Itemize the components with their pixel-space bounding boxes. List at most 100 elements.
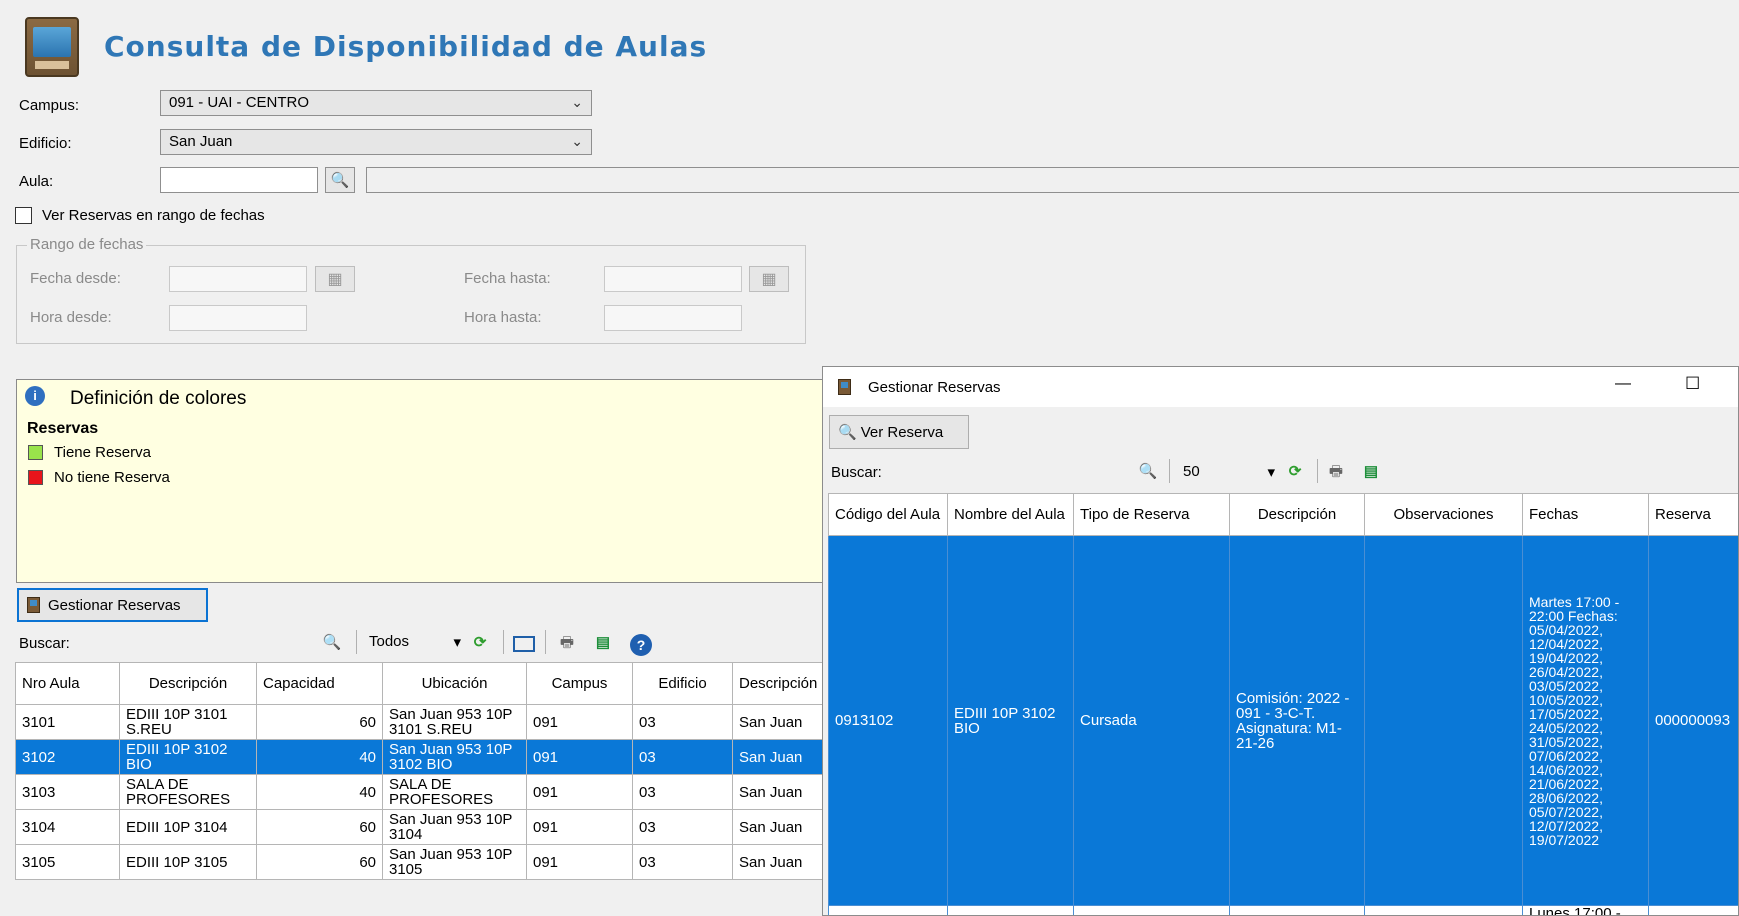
search-icon[interactable]: 🔍 [1138, 462, 1158, 482]
table-row[interactable]: 0913102 EDIII 10P 3102 BIO Cursada Comis… [828, 535, 1738, 906]
no-tiene-reserva-label: No tiene Reserva [54, 469, 170, 486]
cell-descripcion: Comisión: 2022 - 091 - 3-C-T. Asignatura… [1229, 535, 1365, 906]
maximize-button[interactable]: ☐ [1685, 374, 1700, 394]
excel-export-icon[interactable]: ▤ [1361, 462, 1381, 482]
info-icon: i [25, 386, 45, 406]
cell-campus: 091 [526, 844, 633, 880]
cell-nro: 3103 [15, 774, 120, 810]
cell-capacidad: 40 [256, 774, 383, 810]
campus-select[interactable]: 091 - UAI - CENTRO ⌄ [160, 90, 592, 116]
cell-descripcion-edificio: San Juan [732, 809, 828, 845]
reservas-table: Código del Aula Nombre del Aula Tipo de … [828, 493, 1738, 915]
cell-nro: 3101 [15, 704, 120, 740]
refresh-icon[interactable]: ⟳ [470, 633, 490, 653]
fecha-desde-calendar-button[interactable]: ▦ [315, 266, 355, 292]
search-icon: 🔍 [330, 172, 350, 189]
search-aula-button[interactable]: 🔍 [325, 167, 355, 193]
cell-ubicacion: San Juan 953 10P 3102 BIO [382, 739, 527, 775]
cell-ubicacion: SALA DE PROFESORES [382, 774, 527, 810]
col-header-reserva[interactable]: Reserva [1648, 493, 1738, 536]
window-icon[interactable] [513, 636, 535, 652]
cell-nro: 3104 [15, 809, 120, 845]
table-row[interactable]: 3104 EDIII 10P 3104 60 San Juan 953 10P … [15, 809, 828, 845]
minimize-button[interactable]: — [1615, 375, 1631, 393]
print-icon[interactable]: 🖶 [557, 633, 577, 653]
col-header-campus[interactable]: Campus [526, 662, 633, 705]
help-icon[interactable]: ? [630, 634, 652, 656]
table-row[interactable]: 3102 EDIII 10P 3102 BIO 40 San Juan 953 … [15, 739, 828, 775]
cell-descripcion [1229, 905, 1365, 915]
col-header-descripcion[interactable]: Descripción [1229, 493, 1365, 536]
table-row[interactable]: Lunes 17:00 - [828, 905, 1738, 915]
calendar-icon: ▦ [761, 271, 777, 288]
ver-reservas-checkbox[interactable] [15, 207, 32, 224]
col-header-nro-aula[interactable]: Nro Aula [15, 662, 120, 705]
cell-capacidad: 60 [256, 704, 383, 740]
print-icon[interactable]: 🖶 [1326, 462, 1346, 482]
aula-description-field [366, 167, 1739, 193]
campus-select-value: 091 - UAI - CENTRO [169, 94, 310, 111]
cell-descripcion: EDIII 10P 3105 [119, 844, 257, 880]
classroom-door-icon [25, 17, 79, 77]
search-icon[interactable]: 🔍 [322, 633, 342, 653]
cell-descripcion-edificio: San Juan [732, 704, 828, 740]
dialog-titlebar[interactable]: Gestionar Reservas — ☐ [823, 367, 1738, 407]
col-header-descripcion-edificio[interactable]: Descripción Edificio [732, 662, 828, 705]
col-header-fechas[interactable]: Fechas [1522, 493, 1649, 536]
dropdown-arrow-icon: ▾ [1267, 464, 1275, 481]
fecha-hasta-label: Fecha hasta: [464, 270, 551, 287]
filter-select[interactable]: Todos ▾ [369, 633, 461, 655]
door-icon [838, 379, 851, 395]
col-header-nombre-aula[interactable]: Nombre del Aula [947, 493, 1074, 536]
table-row[interactable]: 3105 EDIII 10P 3105 60 San Juan 953 10P … [15, 844, 828, 880]
cell-descripcion: EDIII 10P 3104 [119, 809, 257, 845]
cell-descripcion-edificio: San Juan [732, 844, 828, 880]
aula-input[interactable] [160, 167, 318, 193]
cell-ubicacion: San Juan 953 10P 3104 [382, 809, 527, 845]
cell-edificio: 03 [632, 774, 733, 810]
fecha-desde-input[interactable] [169, 266, 307, 292]
fecha-hasta-input[interactable] [604, 266, 742, 292]
refresh-icon[interactable]: ⟳ [1285, 462, 1305, 482]
cell-nro: 3105 [15, 844, 120, 880]
hora-hasta-input[interactable] [604, 305, 742, 331]
fecha-hasta-calendar-button[interactable]: ▦ [749, 266, 789, 292]
cell-nombre-aula: EDIII 10P 3102 BIO [947, 535, 1074, 906]
rango-fechas-title: Rango de fechas [27, 236, 147, 253]
toolbar-separator [1317, 459, 1318, 483]
col-header-ubicacion[interactable]: Ubicación [382, 662, 527, 705]
edificio-select[interactable]: San Juan ⌄ [160, 129, 592, 155]
ver-reserva-button[interactable]: 🔍 Ver Reserva [829, 415, 969, 449]
table-row[interactable]: 3103 SALA DE PROFESORES 40 SALA DE PROFE… [15, 774, 828, 810]
edificio-select-value: San Juan [169, 133, 233, 150]
col-header-edificio[interactable]: Edificio [632, 662, 733, 705]
gestionar-reservas-button[interactable]: Gestionar Reservas [17, 588, 208, 622]
cell-tipo-reserva: Cursada [1073, 535, 1230, 906]
cell-ubicacion: San Juan 953 10P 3105 [382, 844, 527, 880]
col-header-codigo-aula[interactable]: Código del Aula [828, 493, 948, 536]
ver-reserva-label: Ver Reserva [860, 423, 944, 441]
edificio-label: Edificio: [19, 135, 72, 152]
excel-export-icon[interactable]: ▤ [593, 633, 613, 653]
cell-edificio: 03 [632, 844, 733, 880]
search-icon: 🔍 [838, 424, 857, 441]
cell-campus: 091 [526, 704, 633, 740]
toolbar-separator [503, 630, 504, 654]
main-search-input[interactable] [86, 629, 314, 655]
page-size-select[interactable]: 50 ▾ [1183, 463, 1275, 485]
cell-edificio: 03 [632, 704, 733, 740]
cell-descripcion-edificio: San Juan [732, 739, 828, 775]
hora-desde-input[interactable] [169, 305, 307, 331]
dialog-title: Gestionar Reservas [868, 379, 1001, 396]
page-size-value: 50 [1183, 463, 1200, 480]
filter-select-value: Todos [369, 633, 410, 650]
cell-capacidad: 60 [256, 809, 383, 845]
col-header-descripcion[interactable]: Descripción [119, 662, 257, 705]
dialog-search-input[interactable] [895, 458, 1155, 484]
col-header-capacidad[interactable]: Capacidad [256, 662, 383, 705]
cell-fechas: Martes 17:00 - 22:00 Fechas: 05/04/2022,… [1522, 535, 1649, 906]
table-row[interactable]: 3101 EDIII 10P 3101 S.REU 60 San Juan 95… [15, 704, 828, 740]
col-header-tipo-reserva[interactable]: Tipo de Reserva [1073, 493, 1230, 536]
cell-campus: 091 [526, 739, 633, 775]
col-header-observaciones[interactable]: Observaciones [1364, 493, 1523, 536]
